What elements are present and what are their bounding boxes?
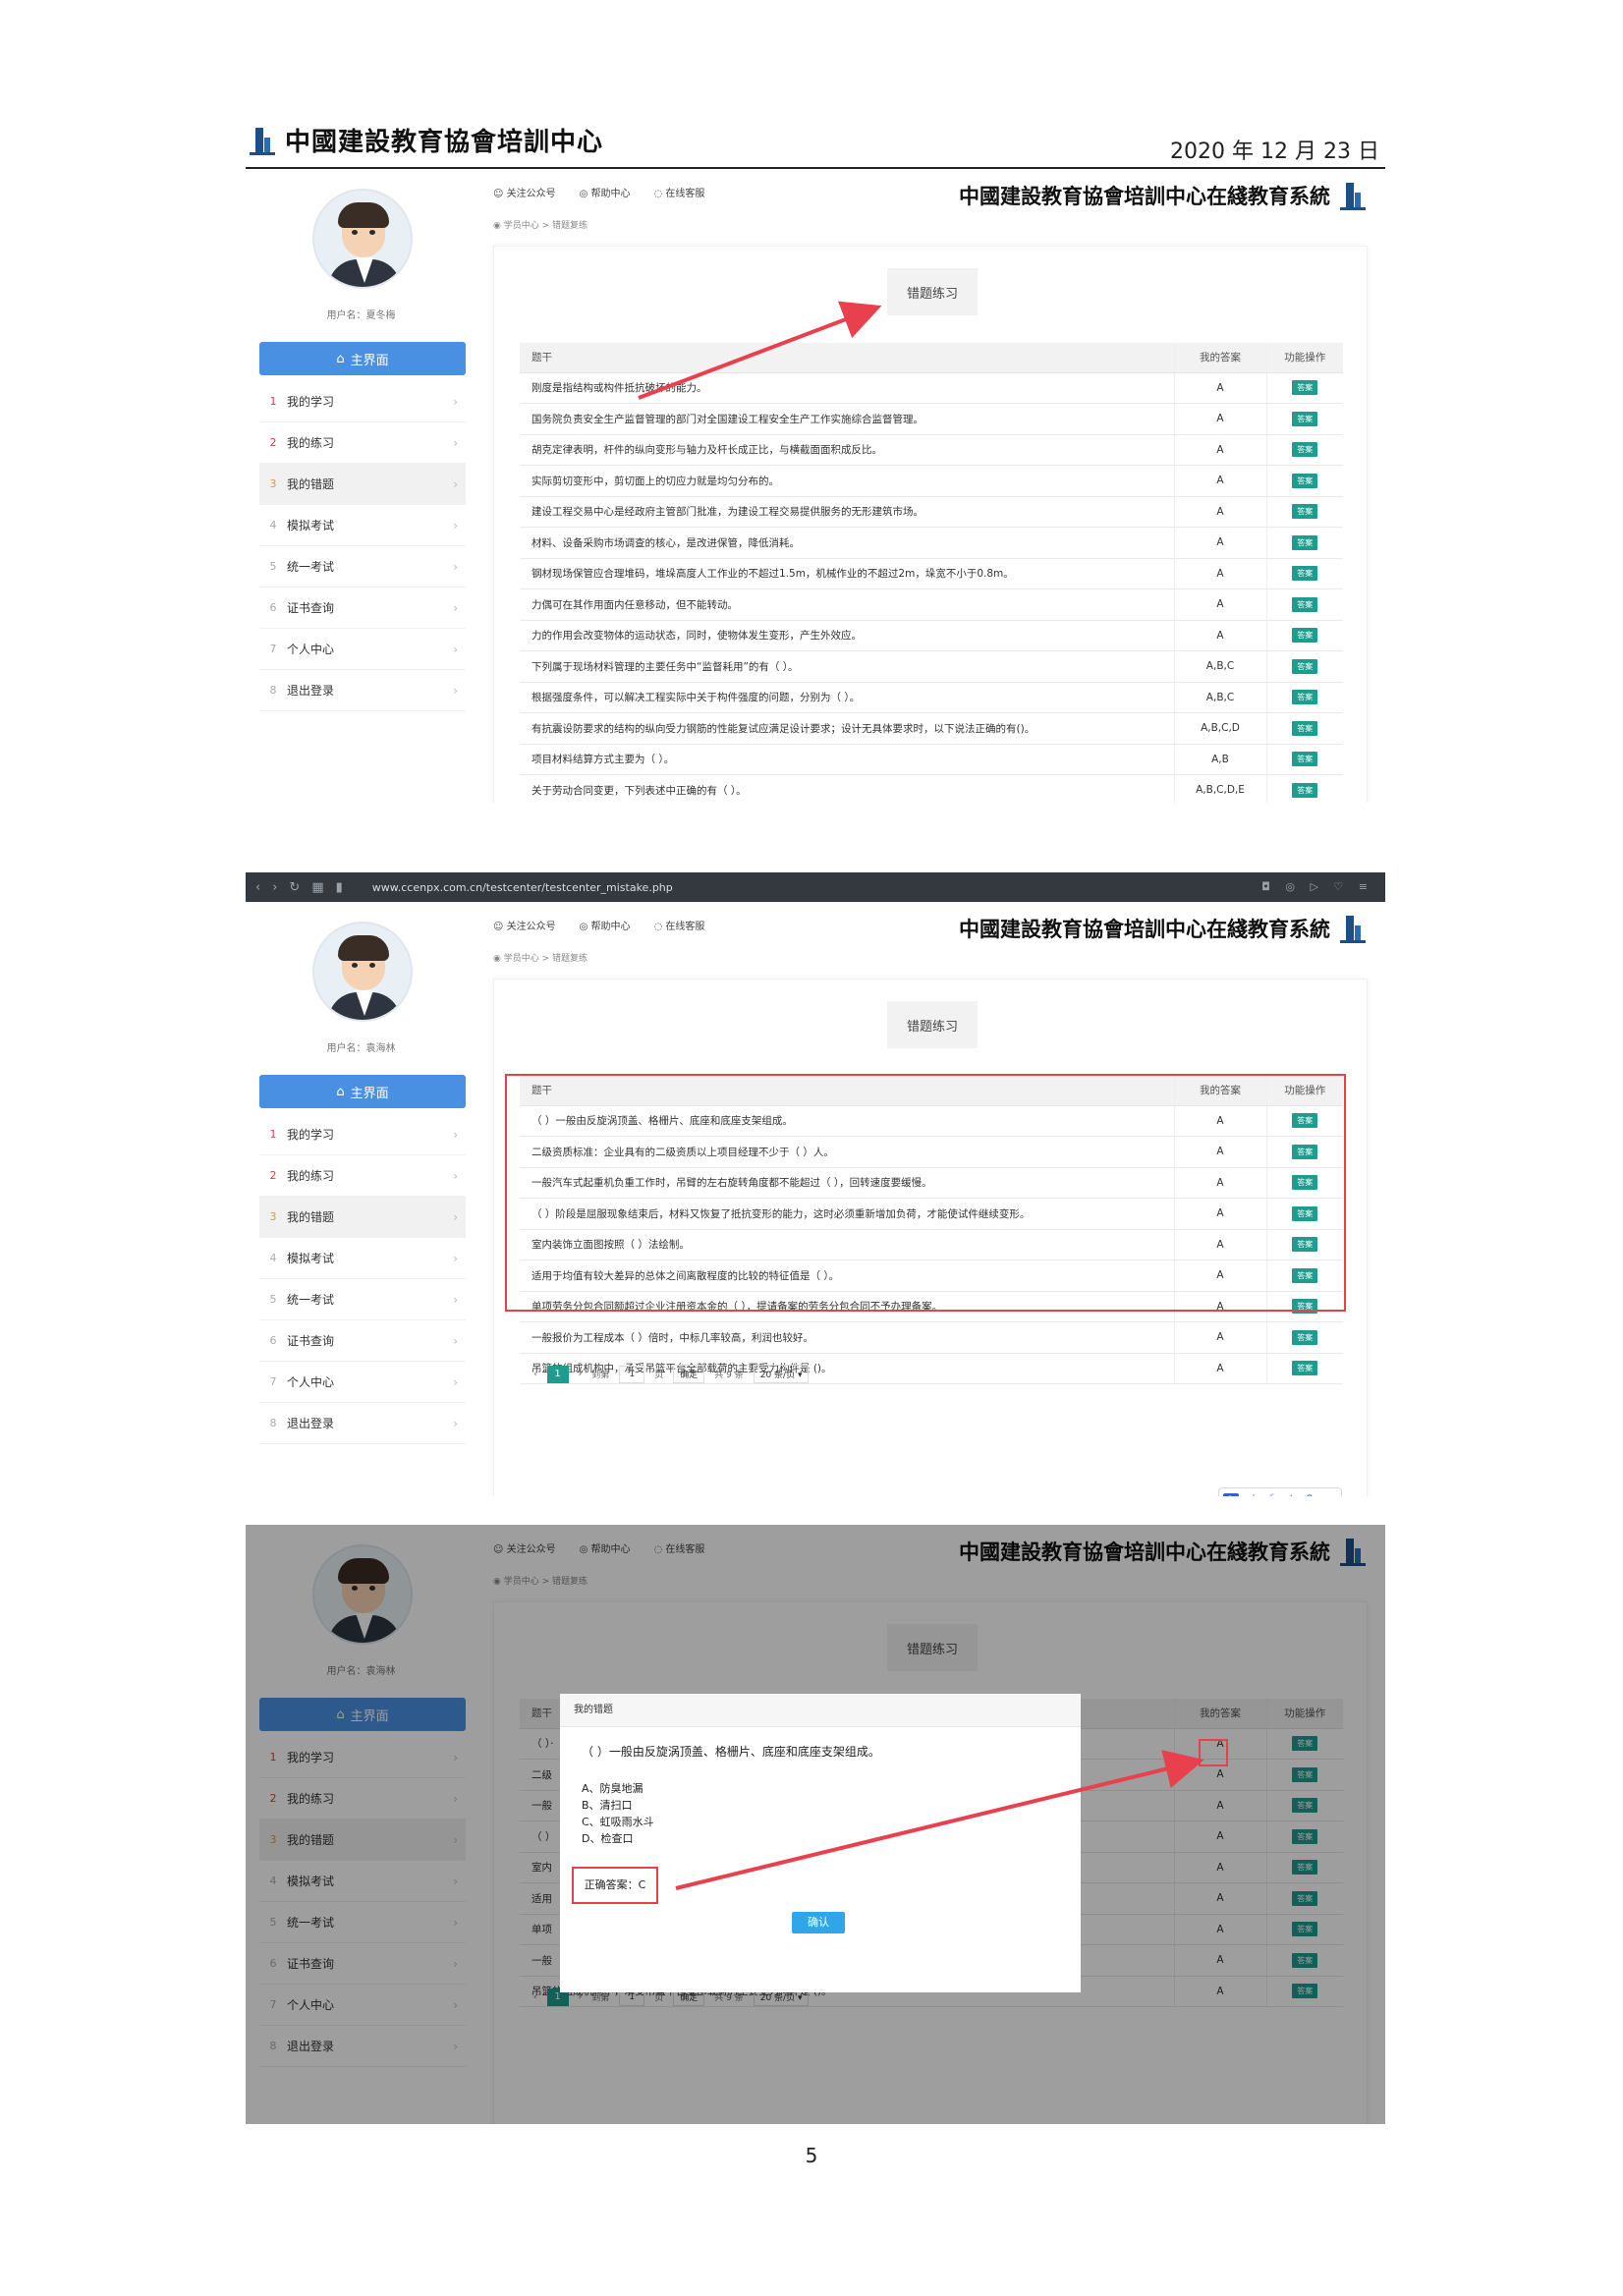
arrow-to-panel-title bbox=[638, 301, 882, 400]
arrow-to-my-answer bbox=[675, 1750, 1204, 1890]
annotation-arrows bbox=[638, 301, 1204, 1890]
page-number: 5 bbox=[805, 2144, 818, 2167]
